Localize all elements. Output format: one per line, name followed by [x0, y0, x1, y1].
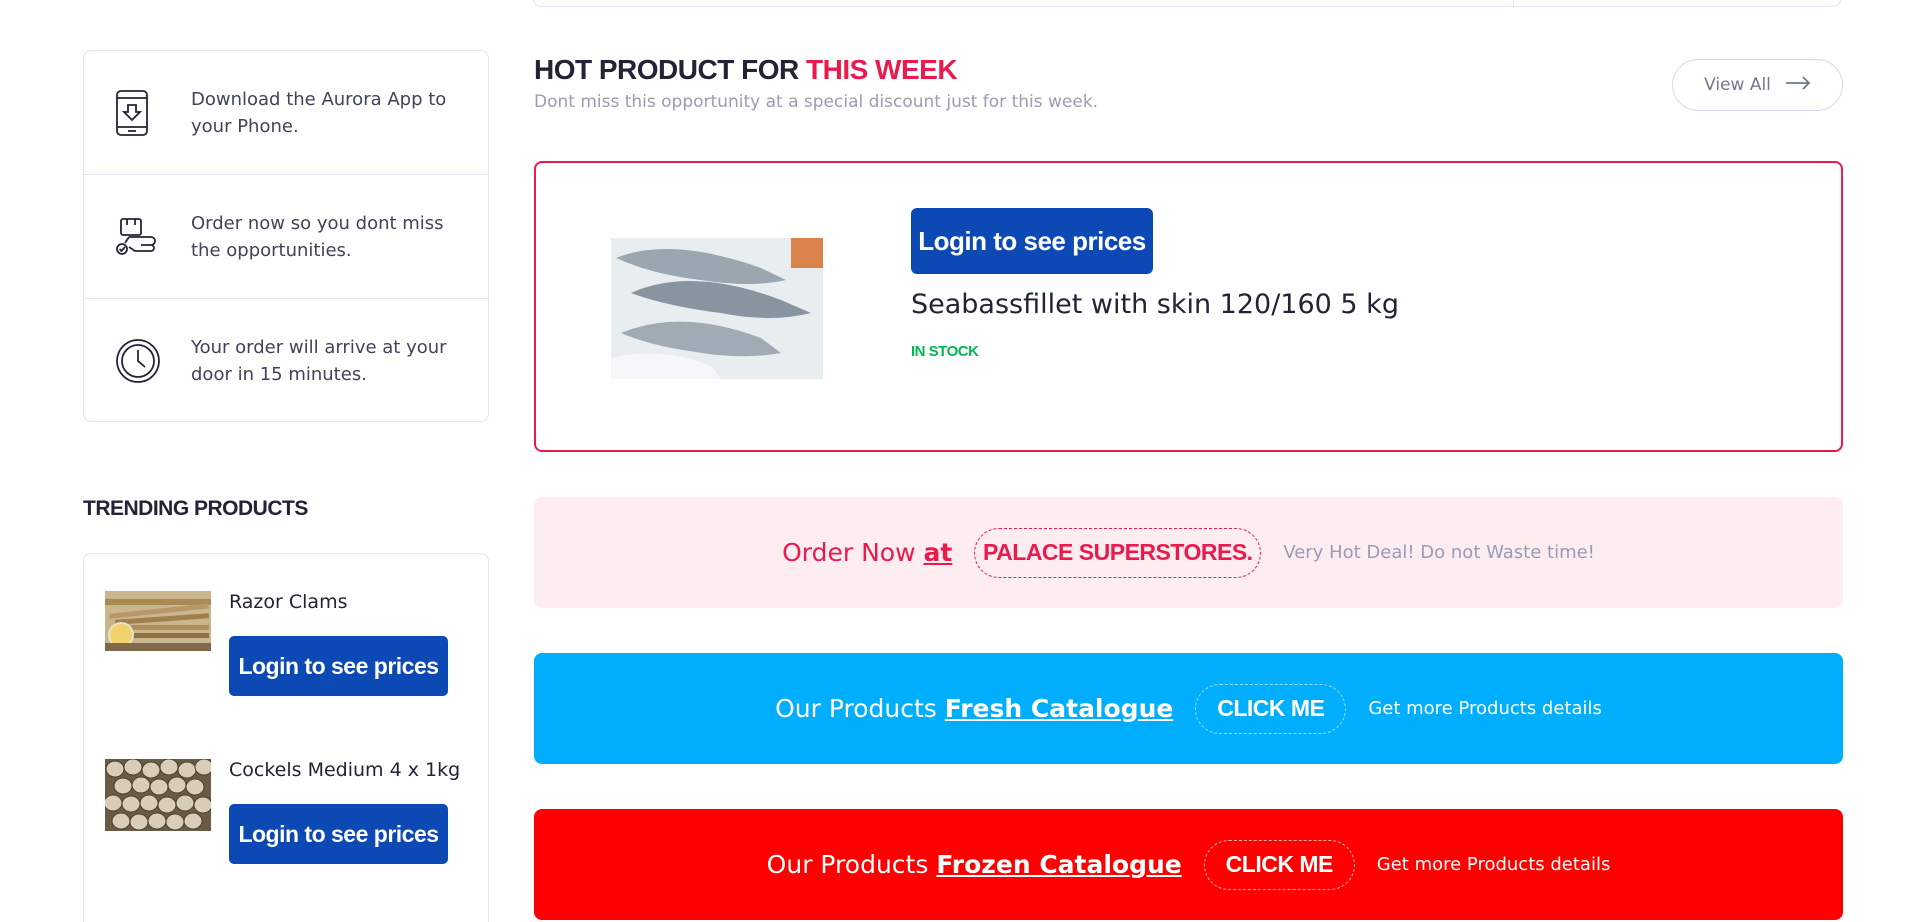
- features-box: Download the Aurora App to your Phone. O…: [83, 50, 489, 422]
- banner-link[interactable]: at: [923, 538, 952, 567]
- order-hand-icon: [115, 211, 191, 263]
- hot-product-title: HOT PRODUCT FOR THIS WEEK: [534, 54, 958, 86]
- feature-order-now: Order now so you dont miss the opportuni…: [84, 175, 488, 299]
- fresh-catalogue-banner: Our Products Fresh Catalogue CLICK ME Ge…: [534, 653, 1843, 764]
- hot-product-card: Login to see prices Seabassfillet with s…: [534, 161, 1843, 452]
- palace-superstores-pill[interactable]: PALACE SUPERSTORES.: [974, 527, 1262, 578]
- frozen-catalogue-banner: Our Products Frozen Catalogue CLICK ME G…: [534, 809, 1843, 920]
- banner-lead: Order Now at: [782, 538, 952, 567]
- view-all-button[interactable]: View All: [1672, 59, 1843, 111]
- banner-tail: Very Hot Deal! Do not Waste time!: [1283, 542, 1595, 563]
- banner-lead-text: Our Products: [775, 694, 937, 723]
- stock-status: IN STOCK: [911, 343, 979, 360]
- banner-tail: Get more Products details: [1368, 698, 1602, 719]
- banner-tail: Get more Products details: [1376, 854, 1611, 875]
- product-name[interactable]: Razor Clams: [229, 591, 347, 613]
- feature-text: Order now so you dont miss the opportuni…: [191, 212, 444, 261]
- cockels-image[interactable]: [103, 758, 214, 835]
- feature-app-download: Download the Aurora App to your Phone.: [84, 51, 488, 175]
- arrow-right-icon: [1785, 75, 1811, 95]
- banner-lead-text: Our Products: [766, 850, 929, 879]
- click-me-button[interactable]: CLICK ME: [1195, 683, 1347, 734]
- login-to-see-prices-button[interactable]: Login to see prices: [229, 636, 448, 696]
- login-to-see-prices-button[interactable]: Login to see prices: [911, 208, 1153, 274]
- hot-product-subtitle: Dont miss this opportunity at a special …: [534, 92, 1099, 112]
- title-accent: THIS WEEK: [806, 54, 958, 85]
- feature-text: Your order will arrive at your door in 1…: [191, 337, 447, 385]
- fresh-catalogue-link[interactable]: Fresh Catalogue: [945, 694, 1174, 723]
- banner-lead: Our Products Fresh Catalogue: [775, 694, 1173, 723]
- click-me-button[interactable]: CLICK ME: [1203, 839, 1355, 890]
- product-name[interactable]: Seabassfillet with skin 120/160 5 kg: [911, 289, 1399, 320]
- frozen-catalogue-link[interactable]: Frozen Catalogue: [936, 850, 1181, 879]
- top-panel-edge: [533, 0, 1841, 7]
- seabass-image[interactable]: [611, 238, 823, 379]
- clock-icon: [115, 335, 191, 387]
- trending-title: TRENDING PRODUCTS: [83, 497, 308, 520]
- product-name[interactable]: Cockels Medium 4 x 1kg: [229, 759, 460, 781]
- order-now-banner: Order Now at PALACE SUPERSTORES. Very Ho…: [534, 497, 1843, 608]
- feature-text: Download the Aurora App to your Phone.: [191, 88, 447, 137]
- banner-lead-text: Order Now: [782, 538, 916, 567]
- trending-products-box: Razor Clams Login to see prices Cockels …: [83, 553, 489, 922]
- divider: [1513, 0, 1514, 6]
- view-all-label: View All: [1704, 75, 1771, 95]
- banner-lead: Our Products Frozen Catalogue: [767, 850, 1182, 879]
- phone-download-icon: [115, 87, 191, 139]
- title-main: HOT PRODUCT FOR: [534, 54, 799, 85]
- razor-clams-image[interactable]: [105, 591, 211, 655]
- login-to-see-prices-button[interactable]: Login to see prices: [229, 804, 448, 864]
- feature-delivery-time: Your order will arrive at your door in 1…: [84, 299, 488, 423]
